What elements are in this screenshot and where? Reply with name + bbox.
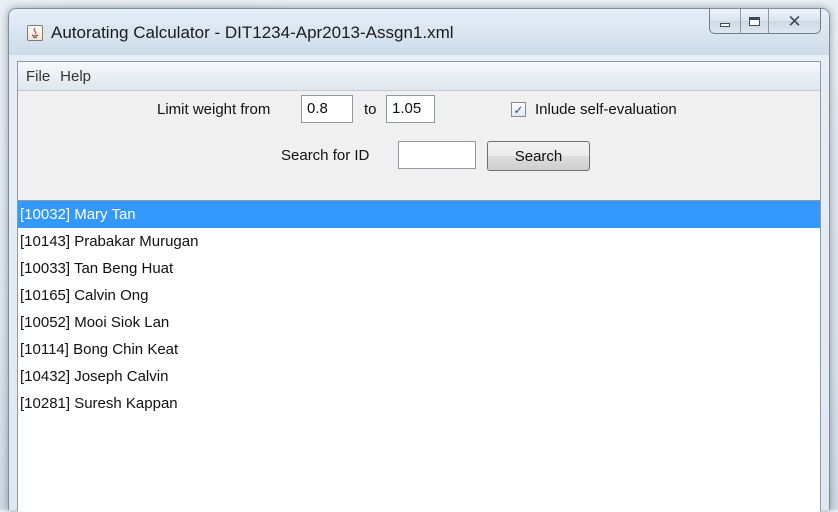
limit-weight-label: Limit weight from — [157, 101, 271, 118]
list-item[interactable]: [10052] Mooi Siok Lan — [18, 309, 820, 336]
menu-file[interactable]: File — [22, 68, 54, 85]
checkmark-icon: ✓ — [513, 102, 524, 117]
weight-to-field[interactable]: 1.05 — [386, 95, 435, 123]
search-button[interactable]: Search — [487, 141, 590, 171]
student-id-list[interactable]: [10032] Mary Tan [10143] Prabakar Murugan… — [18, 200, 820, 512]
minimize-button[interactable] — [710, 9, 740, 33]
app-window: Autorating Calculator - DIT1234-Apr2013-… — [8, 8, 830, 512]
to-label: to — [364, 101, 377, 118]
list-item[interactable]: [10032] Mary Tan — [18, 201, 820, 228]
list-item[interactable]: [10033] Tan Beng Huat — [18, 255, 820, 282]
menu-bar: File Help — [18, 62, 820, 91]
maximize-icon — [749, 16, 760, 26]
maximize-button[interactable] — [740, 9, 768, 33]
close-icon: ✕ — [787, 11, 802, 31]
desktop-background — [834, 90, 838, 410]
filter-panel: Limit weight from 0.8 to 1.05 ✓ Inlude s… — [18, 90, 820, 200]
list-item[interactable]: [10143] Prabakar Murugan — [18, 228, 820, 255]
title-bar[interactable]: Autorating Calculator - DIT1234-Apr2013-… — [9, 9, 829, 55]
self-evaluation-checkbox[interactable]: ✓ — [511, 102, 526, 117]
window-title: Autorating Calculator - DIT1234-Apr2013-… — [51, 23, 454, 42]
list-item[interactable]: [10114] Bong Chin Keat — [18, 336, 820, 363]
minimize-icon — [720, 23, 730, 27]
menu-help[interactable]: Help — [56, 68, 95, 85]
java-app-icon[interactable] — [27, 25, 43, 41]
client-area: File Help Limit weight from 0.8 to 1.05 … — [17, 61, 821, 512]
close-button[interactable]: ✕ — [768, 9, 820, 33]
search-id-label: Search for ID — [281, 147, 370, 164]
list-item[interactable]: [10281] Suresh Kappan — [18, 390, 820, 417]
weight-from-field[interactable]: 0.8 — [301, 95, 353, 123]
search-id-input[interactable] — [398, 141, 476, 169]
self-evaluation-label[interactable]: Inlude self-evaluation — [535, 101, 677, 118]
list-item[interactable]: [10432] Joseph Calvin — [18, 363, 820, 390]
caption-buttons: ✕ — [709, 9, 821, 34]
list-item[interactable]: [10165] Calvin Ong — [18, 282, 820, 309]
